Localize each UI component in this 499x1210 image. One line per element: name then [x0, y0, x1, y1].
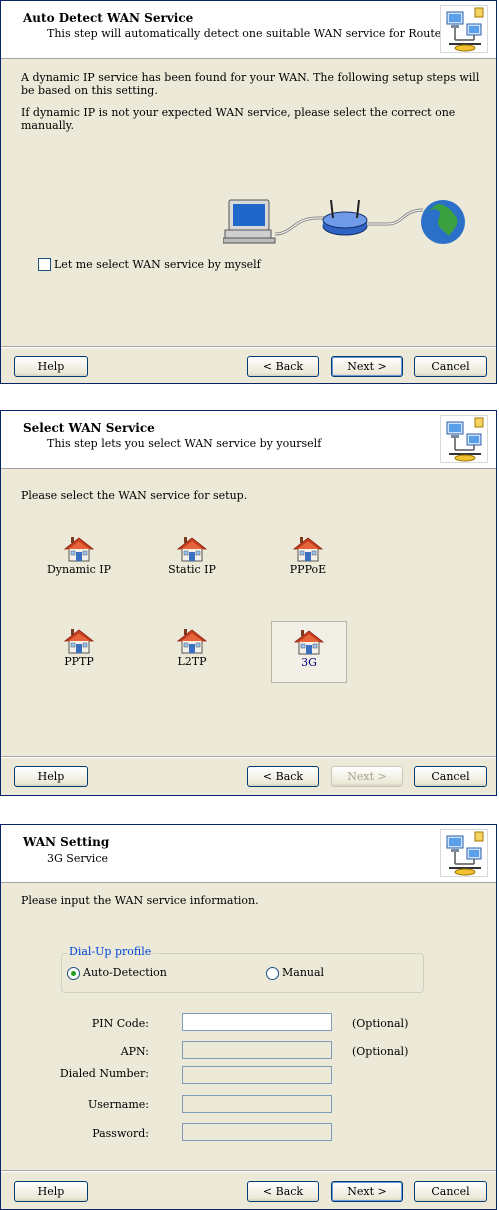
username-input[interactable] [182, 1095, 332, 1113]
select-wan-dialog: Select WAN Service This step lets you se… [0, 410, 497, 796]
house-icon [294, 630, 324, 655]
dialog-title: Auto Detect WAN Service [23, 11, 194, 25]
network-logo-icon [440, 829, 488, 877]
pin-code-label: PIN Code: [91, 1017, 149, 1030]
house-icon [177, 629, 207, 654]
dialog-subtitle: 3G Service [47, 852, 108, 865]
cancel-button[interactable]: Cancel [414, 766, 487, 787]
dialog-header: Select WAN Service This step lets you se… [1, 411, 496, 469]
help-button[interactable]: Help [14, 766, 88, 787]
service-dynamic-ip[interactable]: Dynamic IP [42, 529, 116, 589]
service-l2tp[interactable]: L2TP [155, 621, 229, 681]
self-select-label[interactable]: Let me select WAN service by myself [54, 258, 261, 271]
back-button[interactable]: < Back [247, 766, 319, 787]
manual-label[interactable]: Manual [282, 966, 324, 979]
next-button[interactable]: Next > [331, 766, 403, 787]
service-pppoe[interactable]: PPPoE [271, 529, 345, 589]
dialed-number-input[interactable] [182, 1066, 332, 1084]
service-label: Static IP [168, 563, 216, 576]
pin-optional-label: (Optional) [352, 1017, 409, 1030]
cancel-button[interactable]: Cancel [414, 356, 487, 377]
password-input[interactable] [182, 1123, 332, 1141]
cancel-button[interactable]: Cancel [414, 1181, 487, 1202]
password-label: Password: [92, 1127, 149, 1140]
manual-radio[interactable] [266, 967, 279, 980]
dialed-number-label: Dialed Number: [59, 1067, 149, 1080]
manual-hint: If dynamic IP is not your expected WAN s… [21, 106, 456, 132]
service-label: L2TP [177, 655, 207, 668]
service-label: 3G [301, 656, 317, 669]
service-label: PPTP [64, 655, 94, 668]
apn-label: APN: [120, 1045, 149, 1058]
service-pptp[interactable]: PPTP [42, 621, 116, 681]
house-icon [293, 537, 323, 562]
footer-divider [1, 756, 496, 758]
house-icon [64, 629, 94, 654]
auto-detection-label[interactable]: Auto-Detection [83, 966, 167, 979]
service-static-ip[interactable]: Static IP [155, 529, 229, 589]
dialog-title: Select WAN Service [23, 421, 155, 435]
auto-detection-radio[interactable] [67, 967, 80, 980]
auto-detect-dialog: Auto Detect WAN Service This step will a… [0, 0, 497, 384]
footer-divider [1, 346, 496, 348]
back-button[interactable]: < Back [247, 1181, 319, 1202]
input-prompt: Please input the WAN service information… [21, 894, 259, 907]
next-button[interactable]: Next > [331, 356, 403, 377]
select-prompt: Please select the WAN service for setup. [21, 489, 248, 502]
apn-optional-label: (Optional) [352, 1045, 409, 1058]
house-icon [177, 537, 207, 562]
network-illustration-icon [223, 199, 465, 244]
dialup-profile-title: Dial-Up profile [67, 945, 154, 958]
dialog-title: WAN Setting [23, 835, 110, 849]
house-icon [64, 537, 94, 562]
dialog-subtitle: This step will automatically detect one … [47, 27, 447, 40]
dialog-subtitle: This step lets you select WAN service by… [47, 437, 322, 450]
username-label: Username: [88, 1098, 149, 1111]
dialog-header: WAN Setting 3G Service [1, 825, 496, 883]
apn-input[interactable] [182, 1041, 332, 1059]
network-logo-icon [440, 5, 488, 53]
footer-divider [1, 1170, 496, 1172]
network-logo-icon [440, 415, 488, 463]
next-button[interactable]: Next > [331, 1181, 403, 1202]
help-button[interactable]: Help [14, 356, 88, 377]
service-3g[interactable]: 3G [271, 621, 347, 683]
help-button[interactable]: Help [14, 1181, 88, 1202]
self-select-checkbox[interactable] [38, 258, 51, 271]
dialog-header: Auto Detect WAN Service This step will a… [1, 1, 496, 59]
wan-setting-dialog: WAN Setting 3G Service Please input the … [0, 824, 497, 1210]
service-label: PPPoE [289, 563, 327, 576]
back-button[interactable]: < Back [247, 356, 319, 377]
pin-code-input[interactable] [182, 1013, 332, 1031]
detect-message: A dynamic IP service has been found for … [21, 71, 480, 97]
service-label: Dynamic IP [46, 563, 112, 576]
